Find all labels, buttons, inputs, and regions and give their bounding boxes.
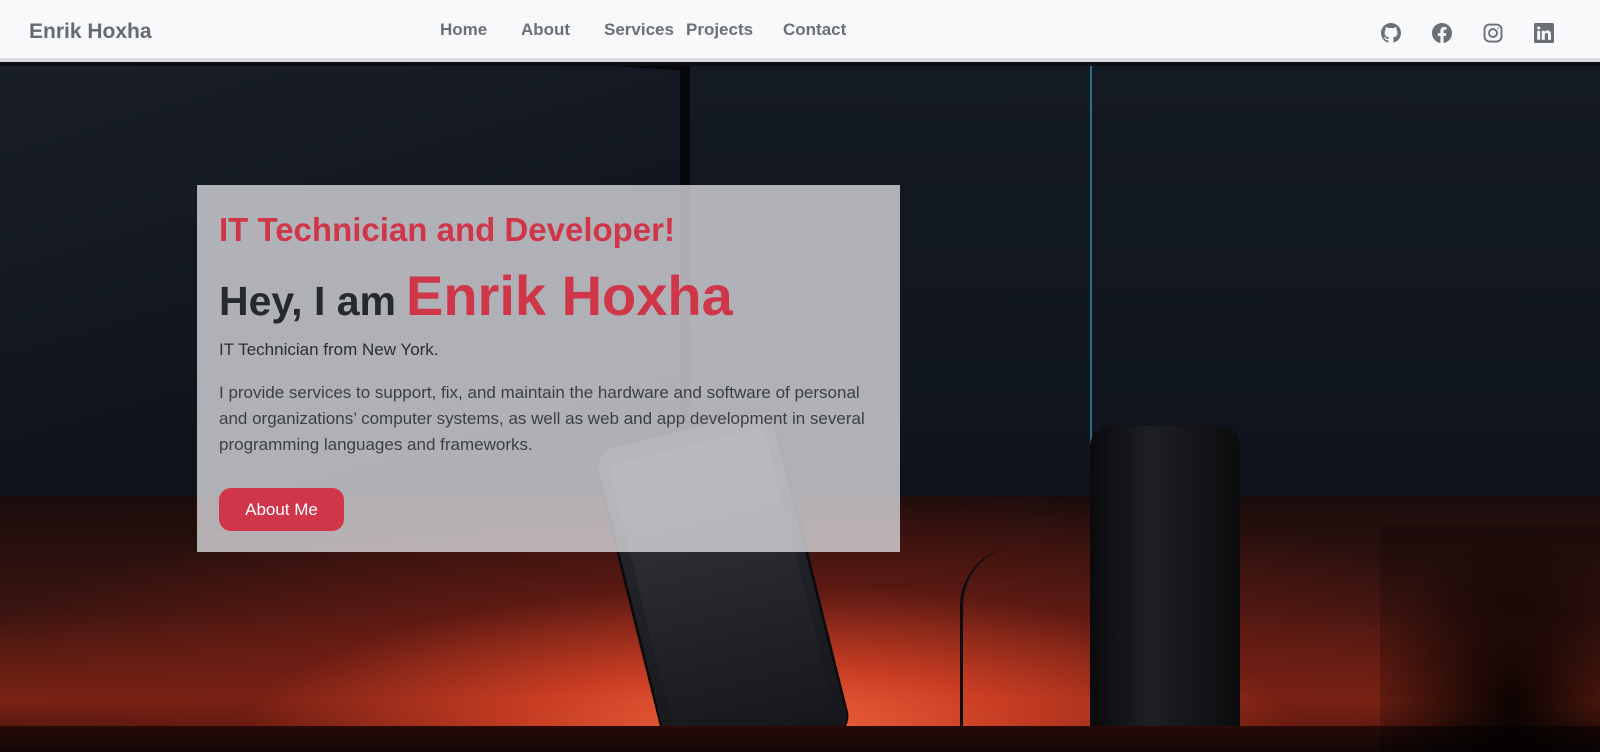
- hero-card: IT Technician and Developer! Hey, I am En…: [197, 185, 900, 552]
- background-shadow: [1380, 526, 1600, 752]
- brand-logo[interactable]: Enrik Hoxha: [29, 20, 152, 44]
- about-me-button[interactable]: About Me: [219, 488, 344, 531]
- background-cable: [960, 546, 1080, 746]
- background-desk-edge: [0, 726, 1600, 752]
- hero-greeting: Hey, I am Enrik Hoxha: [219, 263, 733, 328]
- hero-description: I provide services to support, fix, and …: [219, 383, 865, 454]
- background-camera-lens: [1090, 426, 1240, 746]
- hero-name: Enrik Hoxha: [406, 264, 733, 327]
- nav-link-contact[interactable]: Contact: [783, 20, 846, 40]
- hero-tagline: IT Technician and Developer!: [219, 211, 675, 248]
- hero-location: IT Technician from New York.: [219, 340, 439, 359]
- github-icon[interactable]: [1381, 23, 1401, 43]
- greeting-prefix: Hey, I am: [219, 278, 396, 324]
- instagram-icon[interactable]: [1483, 23, 1503, 43]
- navbar: Enrik Hoxha Home About Services Projects…: [0, 0, 1600, 62]
- nav-link-services[interactable]: Services: [604, 20, 674, 40]
- facebook-icon[interactable]: [1432, 23, 1452, 43]
- nav-link-home[interactable]: Home: [440, 20, 487, 40]
- nav-link-about[interactable]: About: [521, 20, 570, 40]
- linkedin-icon[interactable]: [1534, 23, 1554, 43]
- nav-link-projects[interactable]: Projects: [686, 20, 753, 40]
